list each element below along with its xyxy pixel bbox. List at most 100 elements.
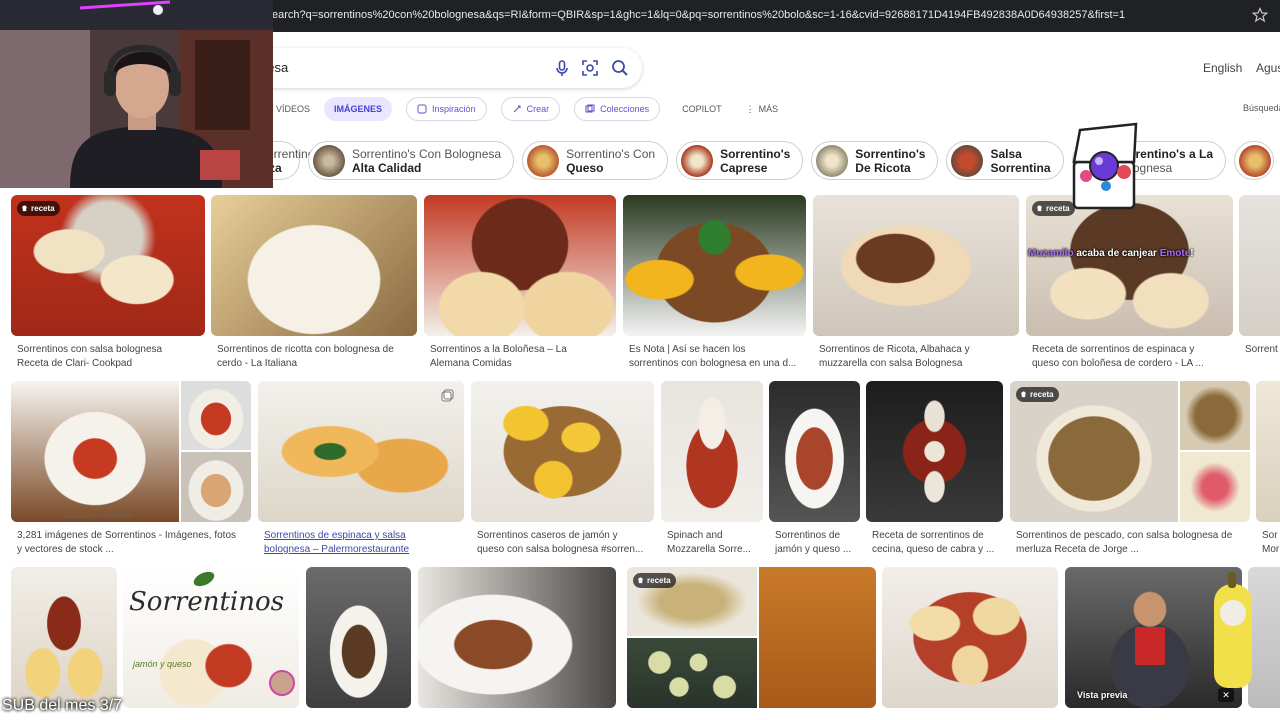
chef-hat-icon xyxy=(1037,205,1042,212)
stock-watermark: shutterstock.com · 1941141750 xyxy=(63,514,133,520)
result-image[interactable] xyxy=(424,195,616,336)
cat-face xyxy=(1220,600,1246,626)
result-image[interactable]: receta xyxy=(1026,195,1233,336)
result-image-side xyxy=(627,638,757,708)
caption-line: Sorrentinos de pescado, con salsa bologn… xyxy=(1016,530,1233,541)
result-image[interactable] xyxy=(813,195,1019,336)
user-name[interactable]: Agus xyxy=(1256,61,1280,75)
caption-line: cerdo - La Italiana xyxy=(217,358,298,369)
result-caption[interactable]: Sorrentinos de ricotta con bolognesa de c… xyxy=(217,343,413,371)
result-image[interactable]: Sorrentinos jamón y queso xyxy=(123,567,299,708)
tab-collections[interactable]: Colecciones xyxy=(574,97,661,121)
banana-stem xyxy=(1228,572,1236,588)
caption-line: Sorrentinos de xyxy=(775,530,841,541)
screen: { "browser": { "url": "earch?q=sorrentin… xyxy=(0,0,1280,720)
microphone-icon[interactable] xyxy=(552,58,572,78)
tab-images[interactable]: IMÁGENES xyxy=(324,97,393,121)
chip-related-2[interactable]: Sorrentino's Con Queso xyxy=(522,141,669,180)
collection-icon[interactable] xyxy=(440,389,454,403)
webcam-feed xyxy=(0,0,273,188)
chip-thumbnail xyxy=(816,144,849,177)
result-caption[interactable]: Es Nota | Así se hacen los sorrentinos co… xyxy=(629,343,804,371)
chip-label-bold: Caprese xyxy=(720,160,768,175)
recipe-badge: receta xyxy=(17,201,60,216)
safe-search-link[interactable]: Búsqueda xyxy=(1243,103,1280,113)
result-image[interactable]: shutterstock.com · 1941141750 xyxy=(11,381,251,522)
bookmark-star-icon[interactable] xyxy=(1252,7,1268,23)
chip-related-3[interactable]: Sorrentino's Caprese xyxy=(676,141,804,180)
result-caption[interactable]: 3,281 imágenes de Sorrentinos - Imágenes… xyxy=(17,529,249,557)
result-caption[interactable]: Sorrent xyxy=(1245,343,1280,357)
result-image-side xyxy=(1180,381,1250,450)
result-image[interactable]: receta xyxy=(11,195,205,336)
result-caption[interactable]: Sorrentinos a la Boloñesa – La Alemana Co… xyxy=(430,343,615,371)
caption-line: Sor xyxy=(1262,530,1278,541)
result-image[interactable] xyxy=(306,567,411,708)
result-caption[interactable]: Sorrentinos de pescado, con salsa bologn… xyxy=(1016,529,1246,557)
tab-create[interactable]: Crear xyxy=(500,97,561,121)
tab-copilot[interactable]: COPILOT xyxy=(682,97,722,121)
chip-label-bold: Sorrentina xyxy=(990,160,1051,175)
thumb-title: Sorrentinos xyxy=(129,587,284,617)
chip-related-7[interactable] xyxy=(1234,141,1275,180)
result-caption[interactable]: Receta de sorrentinos de espinaca y queso… xyxy=(1032,343,1230,371)
caption-line: 3,281 imágenes de Sorrentinos - Imágenes… xyxy=(17,530,237,541)
result-caption[interactable]: Sorrentinos de espinaca y salsa bolognesa… xyxy=(264,529,460,557)
banana-cat-sticker xyxy=(1208,570,1258,690)
result-caption[interactable]: Sorrentinos de jamón y queso ... xyxy=(775,529,860,557)
collections-icon xyxy=(585,104,595,113)
chat-message: acaba de canjear xyxy=(1076,248,1157,259)
caption-line: Spinach and xyxy=(667,530,723,541)
result-image[interactable] xyxy=(661,381,763,522)
chat-user: Muzamilo xyxy=(1028,248,1074,259)
result-image[interactable] xyxy=(1256,381,1280,522)
result-caption[interactable]: Sor Mor xyxy=(1262,529,1280,557)
search-box[interactable]: nesa xyxy=(240,48,642,88)
url-text[interactable]: earch?q=sorrentinos%20con%20bolognesa&qs… xyxy=(272,9,1125,21)
caption-line: Sorrentinos a la Boloñesa – La xyxy=(430,344,567,355)
chip-thumbnail xyxy=(313,144,345,177)
chip-label: Sorrentino's xyxy=(855,146,926,161)
product-box xyxy=(1135,627,1165,665)
result-image[interactable] xyxy=(418,567,616,708)
result-image[interactable] xyxy=(11,567,117,708)
tab-videos[interactable]: VÍDEOS xyxy=(276,97,310,121)
tab-more-label: MÁS xyxy=(758,104,779,114)
result-caption[interactable]: Receta de sorrentinos de cecina, queso de… xyxy=(872,529,1003,557)
result-image[interactable] xyxy=(211,195,417,336)
result-image[interactable] xyxy=(623,195,806,336)
webcam-overlay xyxy=(0,0,273,188)
recipe-badge: receta xyxy=(1016,387,1059,402)
result-caption[interactable]: Sorrentinos con salsa bolognesa Receta de… xyxy=(17,343,202,371)
chip-related-1[interactable]: Sorrentino's Con Bolognesa Alta Calidad xyxy=(308,141,515,180)
result-caption[interactable]: Spinach and Mozzarella Sorre... xyxy=(667,529,761,557)
result-image[interactable] xyxy=(769,381,860,522)
result-image[interactable] xyxy=(258,381,464,522)
result-image-main xyxy=(11,381,179,522)
recipe-badge: receta xyxy=(633,573,676,588)
result-image[interactable] xyxy=(1239,195,1280,336)
chip-thumbnail xyxy=(527,144,560,177)
result-image[interactable] xyxy=(471,381,654,522)
chip-related-5[interactable]: Salsa Sorrentina xyxy=(946,141,1064,180)
caption-line: Sorrentinos de espinaca y salsa xyxy=(264,530,406,541)
visual-search-icon[interactable] xyxy=(580,58,600,78)
search-icon[interactable] xyxy=(610,58,630,78)
result-image[interactable] xyxy=(882,567,1058,708)
caption-line: y vectores de stock ... xyxy=(17,544,114,555)
chip-related-4[interactable]: Sorrentino's De Ricota xyxy=(811,141,939,180)
result-caption[interactable]: Sorrentinos de Ricota, Albahaca y muzzare… xyxy=(819,343,1015,371)
result-image[interactable]: receta xyxy=(627,567,876,708)
caption-line: Sorrentinos de Ricota, Albahaca y xyxy=(819,344,970,355)
chef-hat-icon xyxy=(638,577,643,584)
tab-more[interactable]: ⋮ MÁS xyxy=(746,97,779,121)
tab-inspiration[interactable]: Inspiración xyxy=(406,97,487,121)
result-image[interactable] xyxy=(866,381,1003,522)
mute-icon[interactable]: ✕ xyxy=(1218,688,1234,702)
result-image-side xyxy=(1180,452,1250,522)
result-caption[interactable]: Sorrentinos caseros de jamón y queso con … xyxy=(477,529,652,557)
result-image[interactable]: receta xyxy=(1010,381,1250,522)
chip-label: Salsa xyxy=(990,146,1022,161)
chip-label-bold: Alta Calidad xyxy=(352,160,422,175)
language-link[interactable]: English xyxy=(1203,61,1242,75)
